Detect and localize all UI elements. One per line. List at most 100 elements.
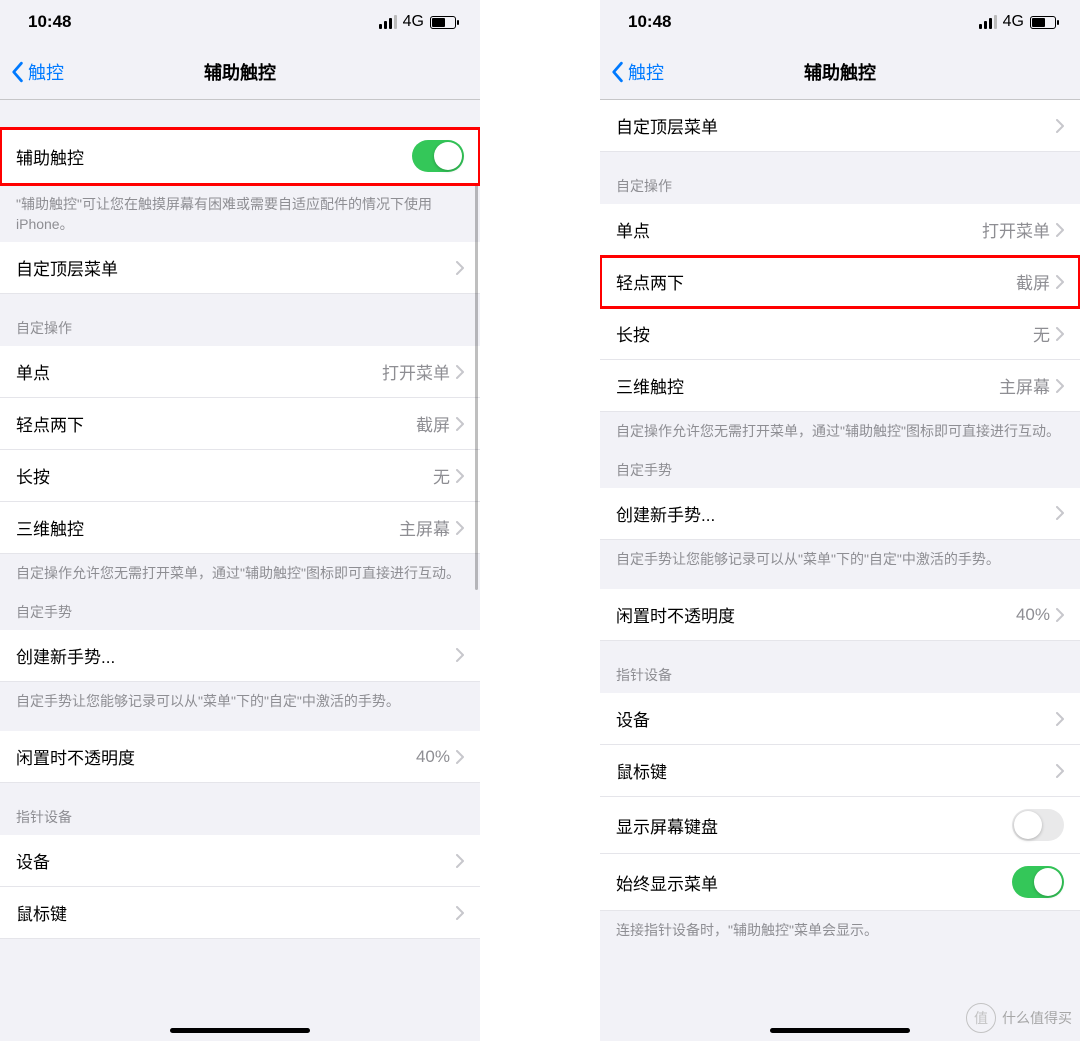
action-double-tap-row[interactable]: 轻点两下 截屏: [600, 256, 1080, 308]
phone-right: 10:48 4G 触控 辅助触控 自定顶层菜单 自定操作 单点 打开菜单 轻点两…: [600, 0, 1080, 1041]
chevron-right-icon: [1056, 223, 1064, 237]
battery-icon: [430, 16, 456, 29]
chevron-right-icon: [1056, 764, 1064, 778]
customize-top-menu-row[interactable]: 自定顶层菜单: [600, 100, 1080, 152]
row-label: 闲置时不透明度: [16, 744, 135, 769]
scrollbar-thumb[interactable]: [475, 130, 478, 590]
home-indicator[interactable]: [170, 1028, 310, 1033]
chevron-right-icon: [456, 648, 464, 662]
chevron-right-icon: [456, 365, 464, 379]
create-gesture-row[interactable]: 创建新手势...: [0, 630, 480, 682]
settings-content[interactable]: 辅助触控 "辅助触控"可让您在触摸屏幕有困难或需要自适应配件的情况下使用 iPh…: [0, 100, 480, 1041]
group-header-actions: 自定操作: [0, 294, 480, 346]
group-footer: 自定操作允许您无需打开菜单，通过"辅助触控"图标即可直接进行互动。: [0, 554, 480, 592]
chevron-right-icon: [456, 417, 464, 431]
group-header-actions: 自定操作: [600, 152, 1080, 204]
row-label: 长按: [616, 321, 650, 346]
chevron-right-icon: [1056, 712, 1064, 726]
battery-icon: [1030, 16, 1056, 29]
show-onscreen-keyboard-row[interactable]: 显示屏幕键盘: [600, 797, 1080, 854]
idle-opacity-row[interactable]: 闲置时不透明度 40%: [600, 589, 1080, 641]
row-label: 单点: [616, 217, 650, 242]
signal-icon: [979, 15, 997, 29]
action-single-tap-row[interactable]: 单点 打开菜单: [600, 204, 1080, 256]
status-time: 10:48: [628, 12, 671, 32]
row-label: 闲置时不透明度: [616, 602, 735, 627]
chevron-right-icon: [456, 906, 464, 920]
chevron-right-icon: [1056, 275, 1064, 289]
row-value: 40%: [416, 747, 450, 767]
row-label: 创建新手势...: [616, 501, 715, 526]
row-label: 设备: [616, 706, 650, 731]
row-value: 无: [1033, 321, 1050, 346]
status-right: 4G: [979, 13, 1056, 31]
row-label: 自定顶层菜单: [616, 113, 718, 138]
status-bar: 10:48 4G: [600, 0, 1080, 44]
group-footer: "辅助触控"可让您在触摸屏幕有困难或需要自适应配件的情况下使用 iPhone。: [0, 185, 480, 242]
device-row[interactable]: 设备: [600, 693, 1080, 745]
device-row[interactable]: 设备: [0, 835, 480, 887]
chevron-right-icon: [1056, 608, 1064, 622]
row-label: 三维触控: [16, 515, 84, 540]
watermark: 值 什么值得买: [966, 1003, 1072, 1033]
mouse-keys-row[interactable]: 鼠标键: [600, 745, 1080, 797]
toggle-switch[interactable]: [1012, 866, 1064, 898]
row-label: 自定顶层菜单: [16, 255, 118, 280]
always-show-menu-row[interactable]: 始终显示菜单: [600, 854, 1080, 911]
action-3d-touch-row[interactable]: 三维触控 主屏幕: [0, 502, 480, 554]
row-label: 创建新手势...: [16, 643, 115, 668]
settings-content[interactable]: 自定顶层菜单 自定操作 单点 打开菜单 轻点两下 截屏 长按 无 三维触控 主屏…: [600, 100, 1080, 1041]
signal-icon: [379, 15, 397, 29]
action-long-press-row[interactable]: 长按 无: [0, 450, 480, 502]
row-label: 单点: [16, 359, 50, 384]
group-header-pointer: 指针设备: [0, 783, 480, 835]
action-single-tap-row[interactable]: 单点 打开菜单: [0, 346, 480, 398]
row-value: 40%: [1016, 605, 1050, 625]
nav-bar: 触控 辅助触控: [600, 44, 1080, 100]
group-header-gestures: 自定手势: [0, 592, 480, 630]
row-value: 打开菜单: [382, 359, 450, 384]
row-label: 轻点两下: [16, 411, 84, 436]
chevron-right-icon: [1056, 327, 1064, 341]
status-time: 10:48: [28, 12, 71, 32]
nav-bar: 触控 辅助触控: [0, 44, 480, 100]
chevron-right-icon: [456, 854, 464, 868]
row-value: 截屏: [1016, 269, 1050, 294]
group-header-gestures: 自定手势: [600, 450, 1080, 488]
row-label: 轻点两下: [616, 269, 684, 294]
idle-opacity-row[interactable]: 闲置时不透明度 40%: [0, 731, 480, 783]
status-bar: 10:48 4G: [0, 0, 480, 44]
network-label: 4G: [1003, 13, 1024, 31]
row-label: 长按: [16, 463, 50, 488]
nav-title: 辅助触控: [600, 59, 1080, 85]
chevron-right-icon: [456, 261, 464, 275]
chevron-right-icon: [456, 469, 464, 483]
row-label: 鼠标键: [16, 900, 67, 925]
create-gesture-row[interactable]: 创建新手势...: [600, 488, 1080, 540]
row-label: 设备: [16, 848, 50, 873]
row-label: 显示屏幕键盘: [616, 813, 718, 838]
row-label: 始终显示菜单: [616, 870, 718, 895]
toggle-switch[interactable]: [1012, 809, 1064, 841]
action-double-tap-row[interactable]: 轻点两下 截屏: [0, 398, 480, 450]
group-footer: 连接指针设备时，"辅助触控"菜单会显示。: [600, 911, 1080, 949]
row-value: 打开菜单: [982, 217, 1050, 242]
action-3d-touch-row[interactable]: 三维触控 主屏幕: [600, 360, 1080, 412]
assistive-touch-toggle-row[interactable]: 辅助触控: [0, 128, 480, 185]
nav-title: 辅助触控: [0, 59, 480, 85]
customize-top-menu-row[interactable]: 自定顶层菜单: [0, 242, 480, 294]
chevron-right-icon: [456, 750, 464, 764]
watermark-icon: 值: [966, 1003, 996, 1033]
home-indicator[interactable]: [770, 1028, 910, 1033]
toggle-switch[interactable]: [412, 140, 464, 172]
row-label: 鼠标键: [616, 758, 667, 783]
row-value: 无: [433, 463, 450, 488]
group-footer: 自定手势让您能够记录可以从"菜单"下的"自定"中激活的手势。: [600, 540, 1080, 578]
group-footer: 自定操作允许您无需打开菜单，通过"辅助触控"图标即可直接进行互动。: [600, 412, 1080, 450]
mouse-keys-row[interactable]: 鼠标键: [0, 887, 480, 939]
phone-left: 10:48 4G 触控 辅助触控 辅助触控 "辅助触控"可让您在触摸屏幕有困难或…: [0, 0, 480, 1041]
action-long-press-row[interactable]: 长按 无: [600, 308, 1080, 360]
chevron-right-icon: [456, 521, 464, 535]
row-value: 主屏幕: [399, 515, 450, 540]
group-header-pointer: 指针设备: [600, 641, 1080, 693]
